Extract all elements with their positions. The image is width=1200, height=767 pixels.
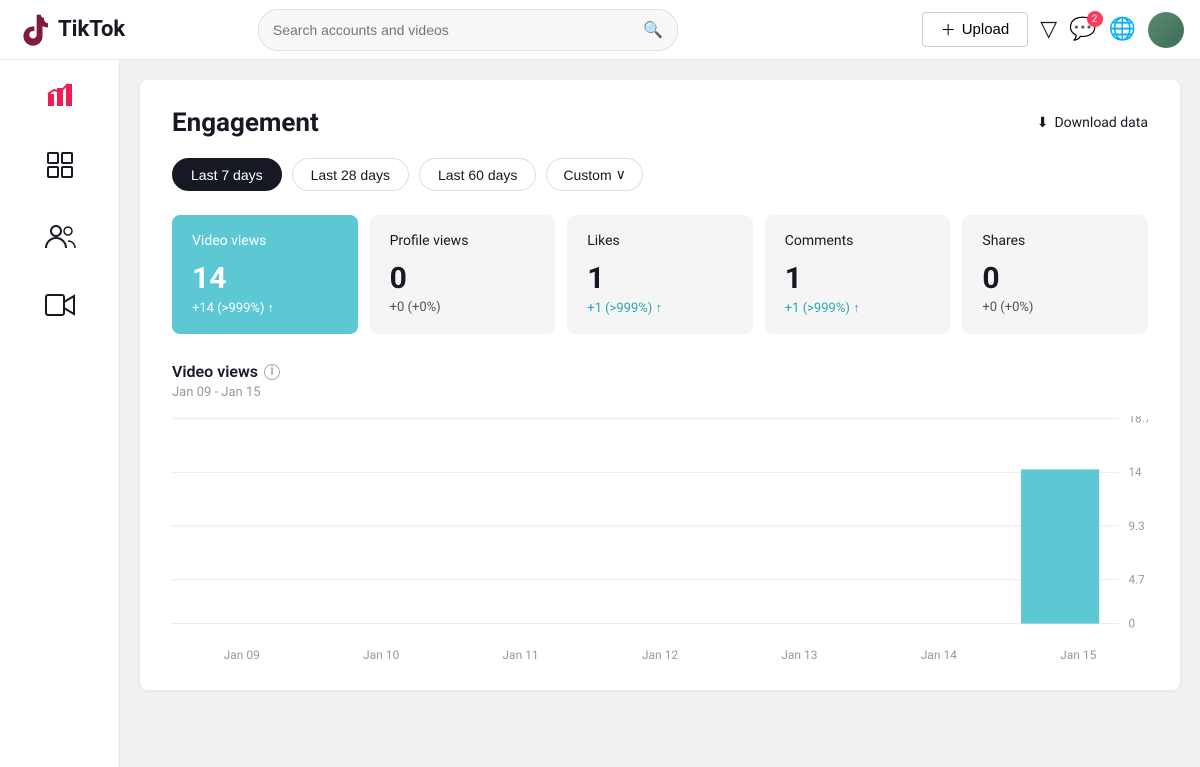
chevron-down-icon: ∨ [616,166,626,183]
logo[interactable]: TikTok [16,13,136,47]
filter-last-60-days[interactable]: Last 60 days [419,158,536,191]
download-button[interactable]: ⬇ Download data [1037,115,1148,131]
filter-icon[interactable]: ▽ [1040,17,1057,42]
tiktok-logo-icon [16,13,50,47]
chart-date-range: Jan 09 - Jan 15 [172,385,1148,400]
avatar[interactable] [1148,12,1184,48]
search-icon: 🔍 [643,20,663,39]
chart-area: 18.7 14 9.3 4.7 0 Jan 09 Jan 10 Jan 11 J… [172,416,1148,662]
chart-wrapper: 18.7 14 9.3 4.7 0 Jan 09 Jan 10 Jan 11 J… [172,416,1148,662]
apps-icon [46,151,74,186]
download-label: Download data [1054,115,1148,131]
custom-label: Custom [563,167,611,183]
svg-text:9.3: 9.3 [1128,519,1144,533]
stat-shares[interactable]: Shares 0 +0 (+0%) [962,215,1148,334]
stats-row: Video views 14 +14 (>999%) ↑ Profile vie… [172,215,1148,334]
stat-profile-views[interactable]: Profile views 0 +0 (+0%) [370,215,556,334]
x-label-jan13: Jan 13 [730,648,869,662]
stat-comments[interactable]: Comments 1 +1 (>999%) ↑ [765,215,951,334]
download-icon: ⬇ [1037,115,1049,131]
filter-last-7-days[interactable]: Last 7 days [172,158,282,191]
x-labels: Jan 09 Jan 10 Jan 11 Jan 12 Jan 13 Jan 1… [172,640,1148,662]
sidebar [0,60,120,767]
upload-label: Upload [962,21,1010,38]
svg-text:4.7: 4.7 [1128,573,1145,587]
bar-jan15 [1021,469,1099,623]
stat-change-comments: +1 (>999%) ↑ [785,300,931,316]
chart-section: Video views i Jan 09 - Jan 15 [172,362,1148,662]
x-label-jan10: Jan 10 [311,648,450,662]
x-label-jan11: Jan 11 [451,648,590,662]
stat-label-profile-views: Profile views [390,233,536,249]
analytics-icon [46,80,74,115]
stat-value-likes: 1 [587,261,733,296]
sidebar-item-apps[interactable] [46,151,74,186]
svg-text:14: 14 [1128,465,1142,479]
stat-value-video-views: 14 [192,261,338,296]
engagement-card: Engagement ⬇ Download data Last 7 days L… [140,80,1180,690]
upload-button[interactable]: ＋ Upload [922,12,1029,47]
chart-svg: 18.7 14 9.3 4.7 0 [172,416,1148,636]
x-label-jan09: Jan 09 [172,648,311,662]
search-bar[interactable]: 🔍 [258,9,678,51]
notification-badge: 2 [1087,11,1103,27]
svg-text:18.7: 18.7 [1128,416,1148,426]
x-label-jan15: Jan 15 [1009,648,1148,662]
stat-label-video-views: Video views [192,233,338,249]
sidebar-item-videos[interactable] [45,293,75,324]
stat-change-likes: +1 (>999%) ↑ [587,300,733,316]
stat-change-shares: +0 (+0%) [982,300,1128,315]
sidebar-item-analytics[interactable] [46,80,74,115]
chart-title: Video views i [172,362,1148,381]
search-input[interactable] [273,22,643,38]
stat-value-profile-views: 0 [390,261,536,296]
engagement-title: Engagement [172,108,319,138]
video-icon [45,293,75,324]
notification-icon[interactable]: 💬 2 [1069,17,1096,42]
filter-custom[interactable]: Custom ∨ [546,158,642,191]
svg-text:0: 0 [1128,617,1135,631]
date-filters: Last 7 days Last 28 days Last 60 days Cu… [172,158,1148,191]
stat-video-views[interactable]: Video views 14 +14 (>999%) ↑ [172,215,358,334]
filter-last-28-days[interactable]: Last 28 days [292,158,409,191]
stat-label-comments: Comments [785,233,931,249]
upload-plus-icon: ＋ [941,19,956,40]
globe-icon[interactable]: 🌐 [1109,17,1136,42]
stat-change-profile-views: +0 (+0%) [390,300,536,315]
users-icon [44,222,76,257]
x-label-jan14: Jan 14 [869,648,1008,662]
logo-text: TikTok [58,17,125,42]
header: TikTok 🔍 ＋ Upload ▽ 💬 2 🌐 [0,0,1200,60]
engagement-header: Engagement ⬇ Download data [172,108,1148,138]
main-content: Engagement ⬇ Download data Last 7 days L… [120,60,1200,710]
header-right: ＋ Upload ▽ 💬 2 🌐 [922,12,1184,48]
stat-label-likes: Likes [587,233,733,249]
stat-label-shares: Shares [982,233,1128,249]
stat-value-comments: 1 [785,261,931,296]
sidebar-item-users[interactable] [44,222,76,257]
stat-value-shares: 0 [982,261,1128,296]
stat-change-video-views: +14 (>999%) ↑ [192,300,338,316]
info-icon: i [264,364,280,380]
x-label-jan12: Jan 12 [590,648,729,662]
stat-likes[interactable]: Likes 1 +1 (>999%) ↑ [567,215,753,334]
